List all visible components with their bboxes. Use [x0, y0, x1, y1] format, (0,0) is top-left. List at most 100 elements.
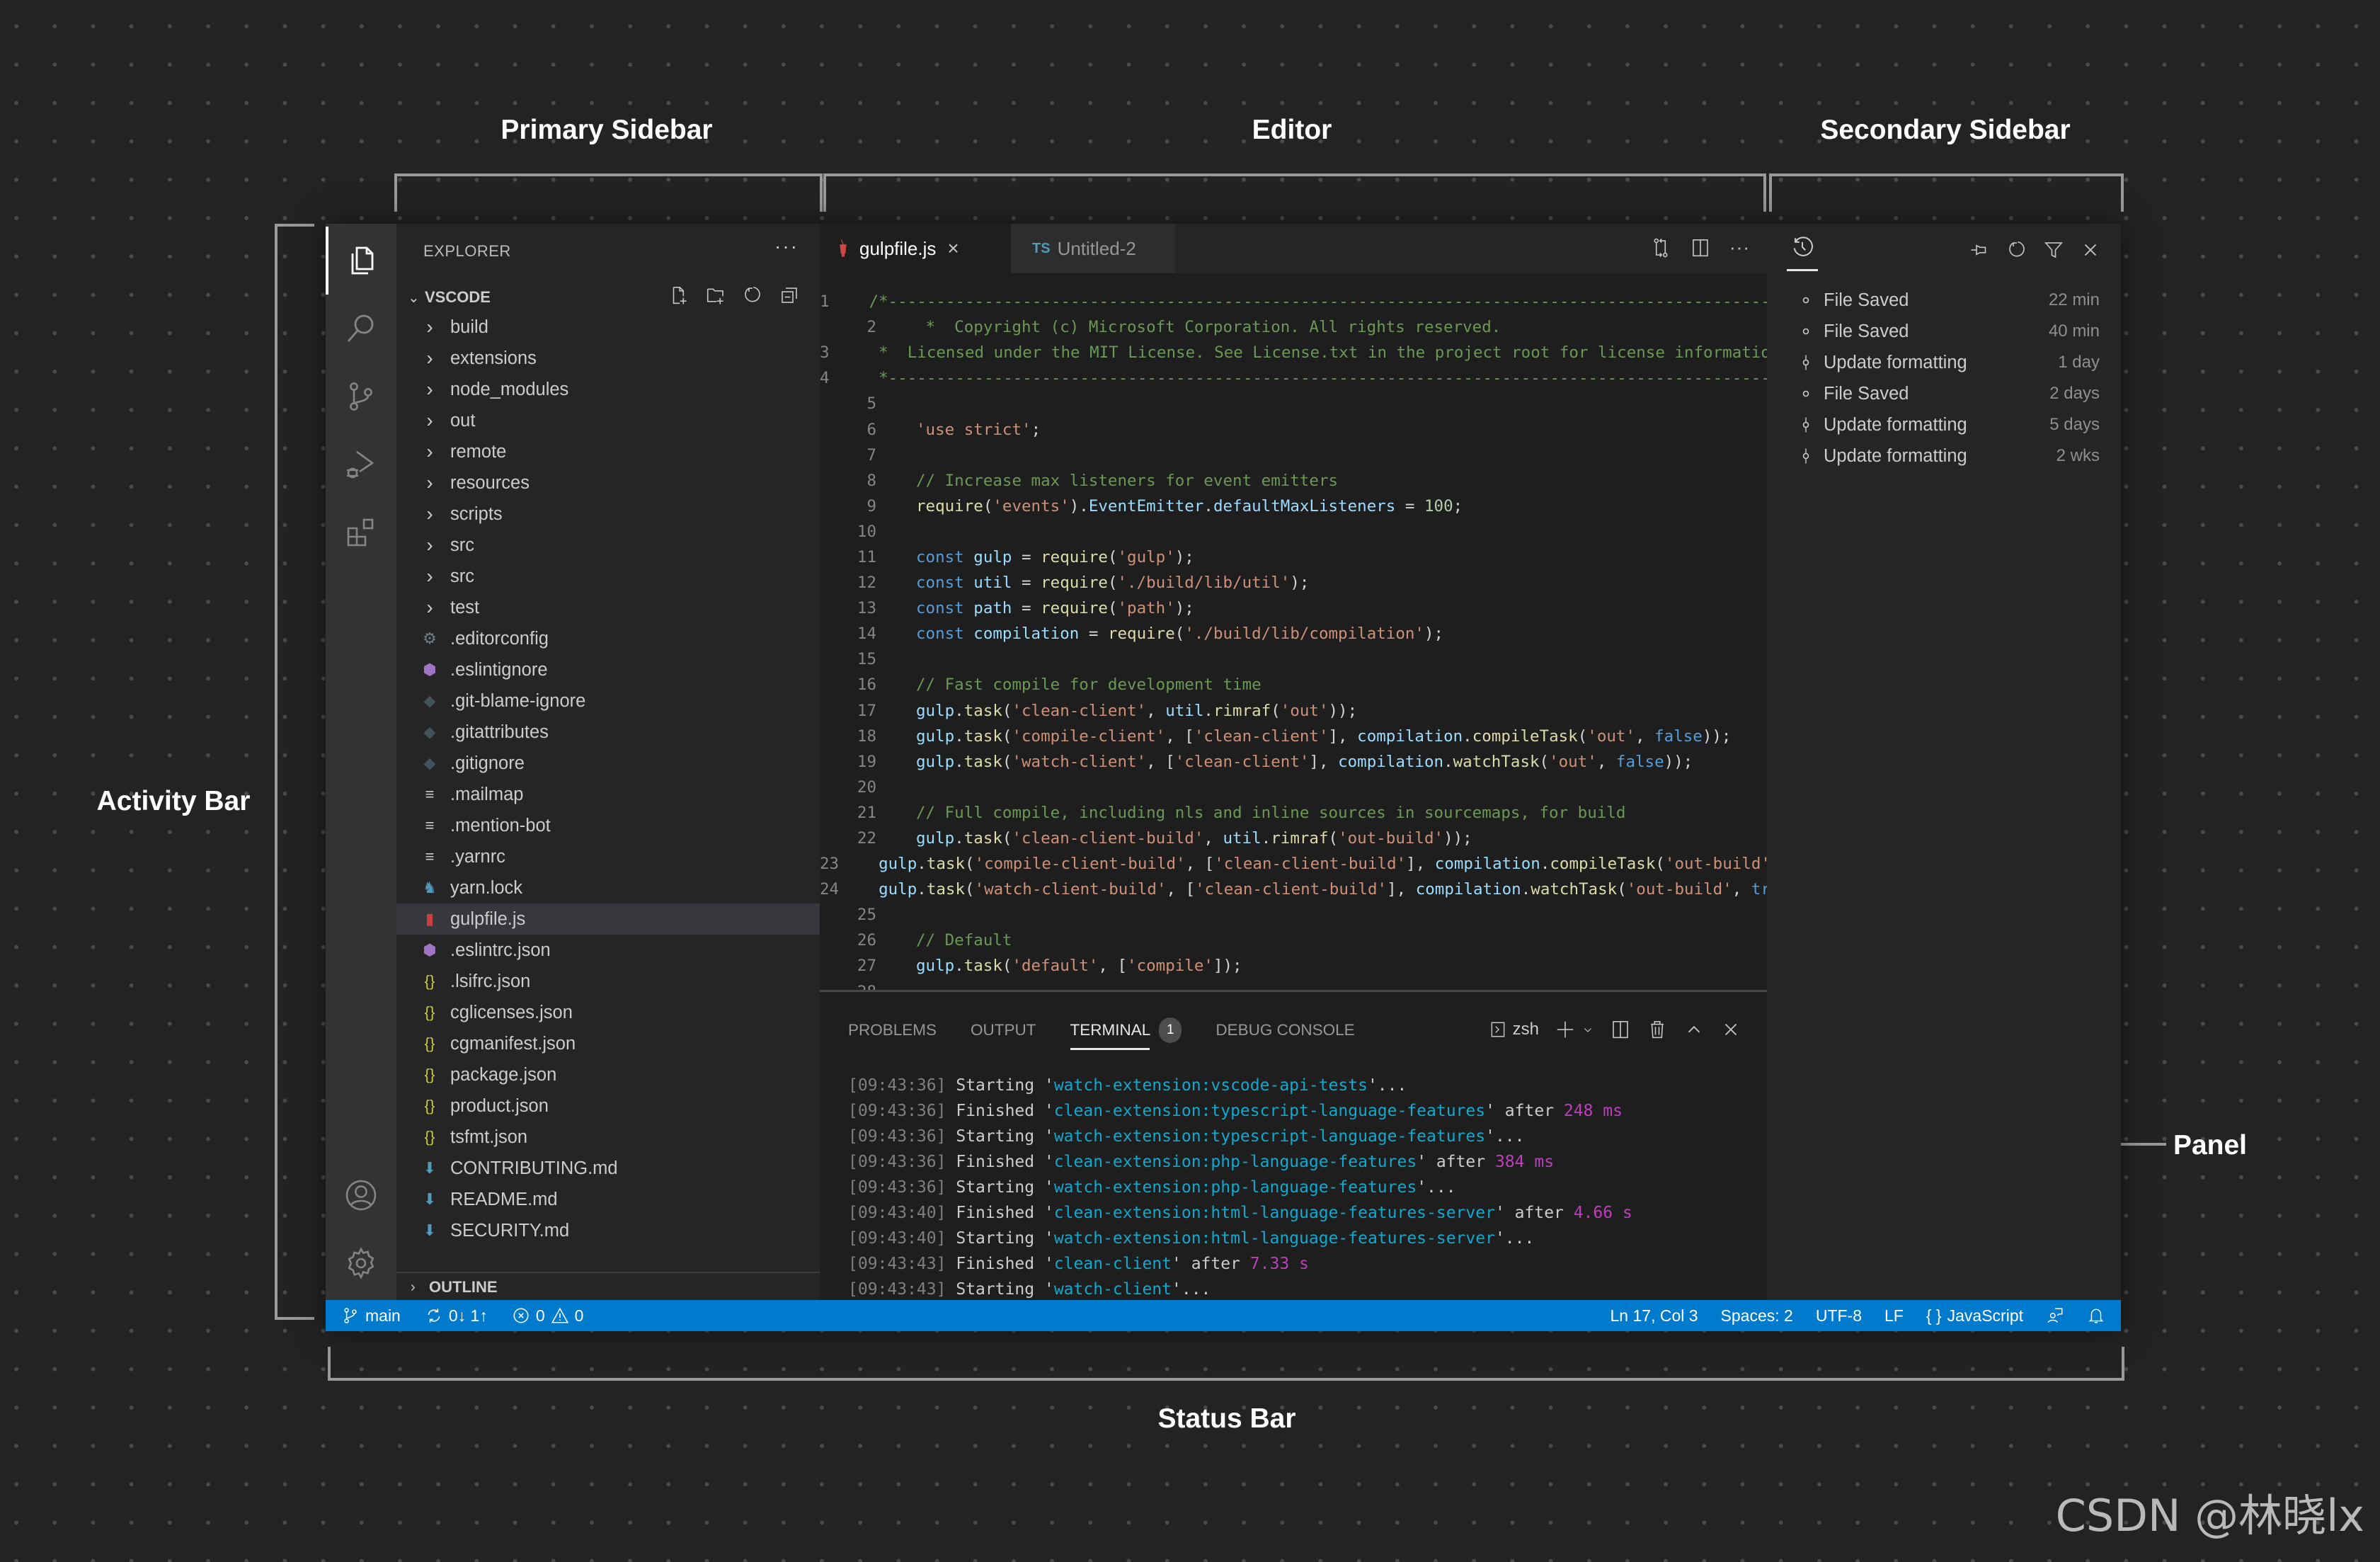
- tree-file[interactable]: {} product.json: [396, 1090, 820, 1122]
- maximize-panel-icon[interactable]: [1683, 1019, 1705, 1040]
- activity-explorer[interactable]: [326, 227, 396, 295]
- timeline-item[interactable]: File Saved 40 min: [1767, 316, 2121, 347]
- refresh-icon[interactable]: [742, 285, 763, 306]
- activity-search[interactable]: [326, 295, 396, 363]
- tree-file[interactable]: ♞ yarn.lock: [396, 872, 820, 903]
- tree-file[interactable]: ▮ gulpfile.js: [396, 903, 820, 935]
- panel-tab-debug-console[interactable]: DEBUG CONSOLE: [1215, 1010, 1354, 1050]
- tree-folder[interactable]: › build: [396, 312, 820, 343]
- status-bar: main 0↓ 1↑ 0 0 Ln 17, Col 3 Spaces: 2 UT…: [326, 1300, 2121, 1331]
- close-icon[interactable]: [2080, 239, 2101, 261]
- panel-tabs: PROBLEMS OUTPUT TERMINAL 1 DEBUG CONSOLE: [848, 1010, 1355, 1050]
- code-token: 'clean-client-build': [1214, 855, 1407, 874]
- tree-file[interactable]: {} .lsifrc.json: [396, 966, 820, 997]
- terminal-line: [09:43:36] Starting ' watch-extension:php…: [848, 1178, 1456, 1197]
- refresh-icon[interactable]: [2006, 239, 2027, 261]
- tree-file[interactable]: ⬢ .eslintrc.json: [396, 935, 820, 966]
- tree-file[interactable]: ≡ .mailmap: [396, 779, 820, 810]
- tree-folder[interactable]: › scripts: [396, 498, 820, 530]
- code-token: ;: [1031, 420, 1041, 439]
- timeline-item[interactable]: File Saved 22 min: [1767, 285, 2121, 316]
- tree-file[interactable]: ≡ .yarnrc: [396, 841, 820, 872]
- more-actions-icon[interactable]: ···: [1729, 236, 1750, 258]
- line-number: 11: [857, 547, 876, 566]
- tree-file[interactable]: ⬇ CONTRIBUTING.md: [396, 1153, 820, 1184]
- tree-file[interactable]: {} cgmanifest.json: [396, 1028, 820, 1059]
- close-icon[interactable]: ×: [947, 237, 959, 260]
- pin-icon[interactable]: [1969, 239, 1991, 261]
- tree-folder[interactable]: › src: [396, 530, 820, 561]
- status-cursor-position[interactable]: Ln 17, Col 3: [1610, 1306, 1698, 1326]
- tree-folder[interactable]: › out: [396, 405, 820, 436]
- tree-file[interactable]: ⚙ .editorconfig: [396, 623, 820, 654]
- timeline-item[interactable]: Update formatting 5 days: [1767, 409, 2121, 440]
- tree-folder[interactable]: › extensions: [396, 343, 820, 374]
- terminal-count-badge: 1: [1159, 1017, 1182, 1043]
- kill-terminal-icon[interactable]: [1647, 1019, 1668, 1040]
- activity-run-debug[interactable]: [326, 431, 396, 498]
- activity-extensions[interactable]: [326, 498, 396, 566]
- status-indentation[interactable]: Spaces: 2: [1721, 1306, 1793, 1326]
- text-file-icon: ≡: [425, 848, 435, 865]
- new-folder-icon[interactable]: [705, 285, 726, 306]
- activity-source-control[interactable]: [326, 363, 396, 431]
- tree-file[interactable]: ◆ .git-blame-ignore: [396, 685, 820, 717]
- tree-file[interactable]: ≡ .mention-bot: [396, 810, 820, 841]
- tab-untitled-2[interactable]: TS Untitled-2: [1011, 224, 1175, 273]
- timeline-item[interactable]: Update formatting 2 wks: [1767, 440, 2121, 472]
- timeline-item[interactable]: File Saved 2 days: [1767, 378, 2121, 409]
- tree-item-label: .gitattributes: [450, 722, 549, 742]
- tree-file[interactable]: ◆ .gitignore: [396, 748, 820, 779]
- tab-gulpfile[interactable]: gulpfile.js ×: [820, 224, 1011, 273]
- split-editor-icon[interactable]: [1690, 237, 1711, 258]
- tree-file[interactable]: ≡LICENSE.txt: [396, 1246, 820, 1250]
- code-line: 3 * Licensed under the MIT License. See …: [820, 340, 1767, 365]
- collapse-all-icon[interactable]: [779, 285, 800, 306]
- status-sync[interactable]: 0↓ 1↑: [425, 1306, 488, 1326]
- activity-manage[interactable]: [326, 1229, 396, 1297]
- open-changes-icon[interactable]: [1650, 237, 1671, 258]
- tree-file[interactable]: ⬇ README.md: [396, 1184, 820, 1215]
- split-terminal-icon[interactable]: [1610, 1019, 1631, 1040]
- tree-folder[interactable]: › test: [396, 592, 820, 623]
- log-timestamp: [09:43:43]: [848, 1255, 946, 1273]
- status-problems[interactable]: 0 0: [512, 1306, 583, 1326]
- code-token: (: [983, 496, 993, 515]
- terminal-shell-selector[interactable]: zsh: [1489, 1020, 1539, 1039]
- activity-accounts[interactable]: [326, 1161, 396, 1229]
- filter-icon[interactable]: [2043, 239, 2064, 261]
- tree-file[interactable]: ◆ .gitattributes: [396, 717, 820, 748]
- panel-tab-problems[interactable]: PROBLEMS: [848, 1010, 937, 1050]
- code-token: require: [1041, 547, 1108, 566]
- line-number: 24: [820, 880, 840, 899]
- tree-file[interactable]: {} cglicenses.json: [396, 997, 820, 1028]
- outline-section-header[interactable]: › OUTLINE: [396, 1272, 820, 1300]
- terminal-output[interactable]: [09:43:36] Starting ' watch-extension:vsc…: [848, 1073, 1632, 1302]
- feedback-icon[interactable]: [2046, 1306, 2064, 1325]
- code-token: .: [1203, 496, 1213, 515]
- tree-file[interactable]: {} tsfmt.json: [396, 1122, 820, 1153]
- timeline-item[interactable]: Update formatting 1 day: [1767, 347, 2121, 378]
- tree-file[interactable]: ⬇ SECURITY.md: [396, 1215, 820, 1246]
- chevron-down-icon[interactable]: [1581, 1019, 1594, 1040]
- close-panel-icon[interactable]: [1720, 1019, 1741, 1040]
- status-language-mode[interactable]: { } JavaScript: [1926, 1306, 2023, 1326]
- new-terminal-icon[interactable]: [1555, 1019, 1576, 1040]
- status-eol[interactable]: LF: [1884, 1306, 1904, 1326]
- tree-folder[interactable]: › src: [396, 561, 820, 592]
- timeline-tab[interactable]: [1787, 235, 1818, 271]
- more-actions-icon[interactable]: ···: [774, 235, 799, 258]
- tree-folder[interactable]: › resources: [396, 467, 820, 498]
- tree-folder[interactable]: › node_modules: [396, 374, 820, 405]
- code-area[interactable]: 1 /*-------------------------------------…: [820, 289, 1767, 990]
- notifications-bell-icon[interactable]: [2087, 1306, 2105, 1325]
- status-encoding[interactable]: UTF-8: [1816, 1306, 1862, 1326]
- new-file-icon[interactable]: [668, 285, 690, 306]
- code-token: =: [1012, 599, 1041, 618]
- panel-tab-terminal[interactable]: TERMINAL 1: [1070, 1010, 1182, 1050]
- tree-file[interactable]: ⬢ .eslintignore: [396, 654, 820, 685]
- tree-folder[interactable]: › remote: [396, 436, 820, 467]
- panel-tab-output[interactable]: OUTPUT: [971, 1010, 1036, 1050]
- tree-file[interactable]: {} package.json: [396, 1059, 820, 1090]
- status-branch[interactable]: main: [341, 1306, 401, 1326]
